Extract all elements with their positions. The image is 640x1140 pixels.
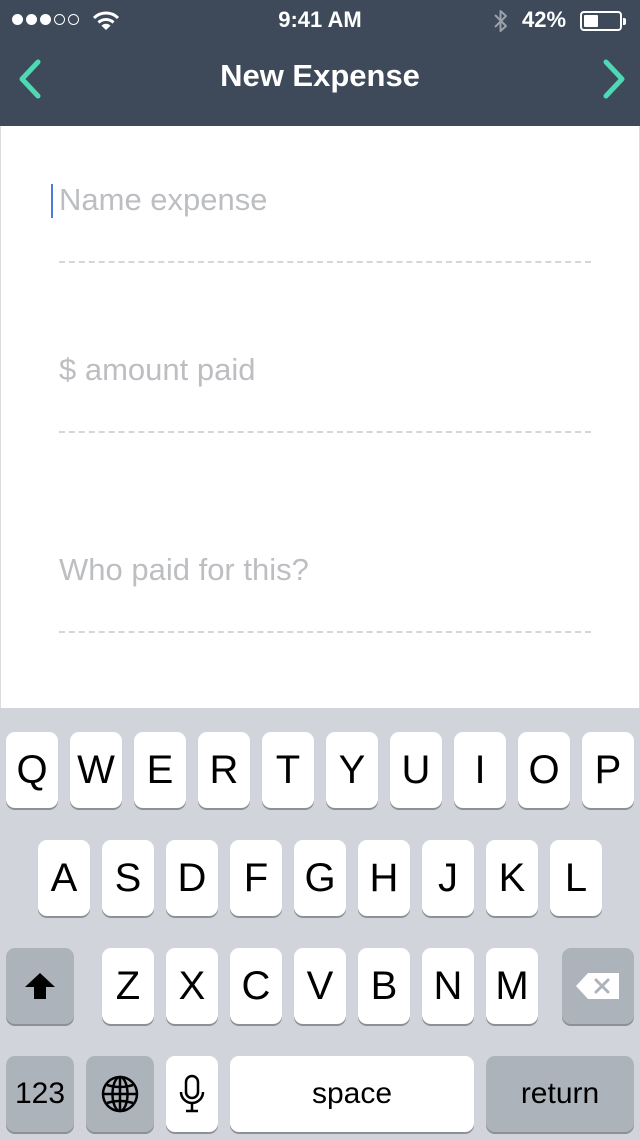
key-g[interactable]: G [294, 840, 346, 916]
shift-icon [25, 973, 55, 999]
key-e[interactable]: E [134, 732, 186, 808]
field-underline [59, 431, 591, 433]
key-i[interactable]: I [454, 732, 506, 808]
payer-field[interactable]: Who paid for this? [59, 536, 591, 633]
key-n[interactable]: N [422, 948, 474, 1024]
globe-key[interactable] [86, 1056, 154, 1132]
key-b[interactable]: B [358, 948, 410, 1024]
amount-field[interactable]: $ amount paid [59, 336, 591, 433]
key-m[interactable]: M [486, 948, 538, 1024]
navigation-header: 9:41 AM 42% New Expense [0, 0, 640, 126]
microphone-key[interactable] [166, 1056, 218, 1132]
key-d[interactable]: D [166, 840, 218, 916]
keyboard: QWERTYUIOP ASDFGHJKL ZXCVBNM 123 space r [0, 708, 640, 1140]
key-h[interactable]: H [358, 840, 410, 916]
expense-name-placeholder: Name expense [59, 182, 268, 217]
page-title: New Expense [220, 58, 420, 93]
expense-form: Name expense $ amount paid Who paid for … [0, 126, 640, 708]
key-z[interactable]: Z [102, 948, 154, 1024]
key-k[interactable]: K [486, 840, 538, 916]
key-s[interactable]: S [102, 840, 154, 916]
amount-placeholder: $ amount paid [59, 352, 256, 387]
key-w[interactable]: W [70, 732, 122, 808]
delete-icon [576, 973, 619, 999]
payer-placeholder: Who paid for this? [59, 552, 309, 587]
key-q[interactable]: Q [6, 732, 58, 808]
space-key[interactable]: space [230, 1056, 474, 1132]
key-j[interactable]: J [422, 840, 474, 916]
return-key[interactable]: return [486, 1056, 634, 1132]
globe-icon [101, 1075, 139, 1113]
field-underline [59, 261, 591, 263]
shift-key[interactable] [6, 948, 74, 1024]
battery-percent: 42% [522, 7, 567, 32]
field-underline [59, 631, 591, 633]
key-p[interactable]: P [582, 732, 634, 808]
numbers-key[interactable]: 123 [6, 1056, 74, 1132]
key-y[interactable]: Y [326, 732, 378, 808]
expense-name-field[interactable]: Name expense [51, 166, 591, 263]
key-f[interactable]: F [230, 840, 282, 916]
status-bar: 9:41 AM 42% [0, 0, 640, 40]
key-l[interactable]: L [550, 840, 602, 916]
microphone-icon [179, 1074, 205, 1113]
battery-icon [580, 11, 626, 31]
chevron-right-icon[interactable] [594, 56, 634, 102]
key-u[interactable]: U [390, 732, 442, 808]
key-c[interactable]: C [230, 948, 282, 1024]
key-t[interactable]: T [262, 732, 314, 808]
key-r[interactable]: R [198, 732, 250, 808]
delete-key[interactable] [562, 948, 634, 1024]
text-caret [51, 184, 53, 218]
key-a[interactable]: A [38, 840, 90, 916]
bluetooth-icon [494, 10, 507, 32]
key-o[interactable]: O [518, 732, 570, 808]
key-v[interactable]: V [294, 948, 346, 1024]
key-x[interactable]: X [166, 948, 218, 1024]
